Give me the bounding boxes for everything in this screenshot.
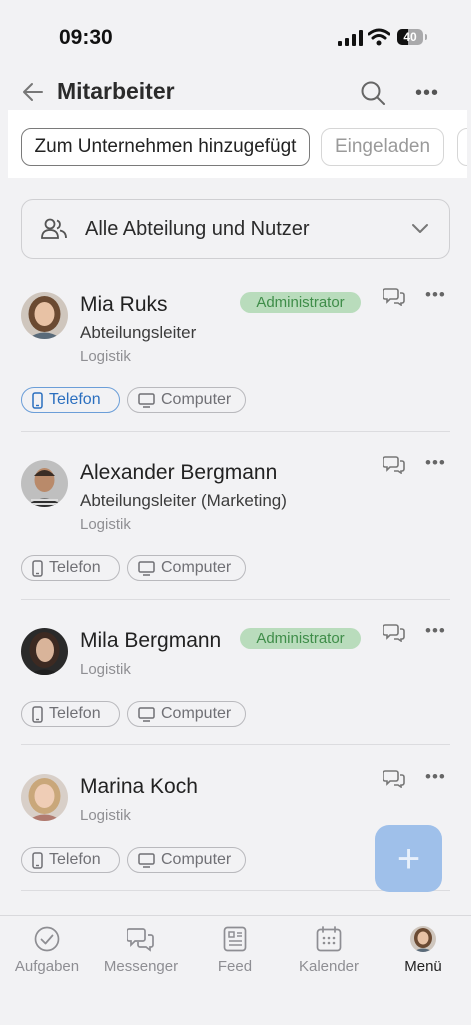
page-title: Mitarbeiter <box>57 78 175 104</box>
employee-name[interactable]: Mila Bergmann <box>80 629 221 653</box>
users-icon <box>41 218 67 239</box>
employee-name[interactable]: Marina Koch <box>80 775 198 799</box>
chat-icon[interactable] <box>383 768 405 788</box>
computer-icon <box>138 560 155 576</box>
avatar <box>21 628 68 675</box>
employee-name[interactable]: Alexander Bergmann <box>80 461 277 485</box>
phone-chip-label: Telefon <box>49 391 101 408</box>
computer-chip[interactable]: Computer <box>127 555 246 581</box>
more-options-icon[interactable]: ••• <box>425 285 446 305</box>
signal-icon <box>338 30 363 46</box>
calendar-icon <box>316 926 342 952</box>
computer-chip[interactable]: Computer <box>127 847 246 873</box>
phone-chip-label: Telefon <box>49 705 101 722</box>
phone-chip-label: Telefon <box>49 559 101 576</box>
computer-chip-label: Computer <box>161 391 232 408</box>
battery-icon: 40 <box>397 29 423 45</box>
employee-role: Abteilungsleiter <box>80 323 197 342</box>
more-options-icon[interactable]: ••• <box>425 453 446 473</box>
battery-level: 40 <box>403 30 417 44</box>
header-more-icon[interactable]: ••• <box>415 82 439 105</box>
check-circle-icon <box>34 926 60 952</box>
avatar <box>21 774 68 821</box>
chevron-down-icon <box>412 224 428 233</box>
computer-chip[interactable]: Computer <box>127 701 246 727</box>
computer-icon <box>138 706 155 722</box>
chat-icon[interactable] <box>383 454 405 474</box>
computer-chip-label: Computer <box>161 559 232 576</box>
tab-strip: Zum Unternehmen hinzugefügt Eingeladen <box>8 110 467 178</box>
computer-chip-label: Computer <box>161 705 232 722</box>
divider <box>21 599 450 600</box>
employee-name[interactable]: Mia Ruks <box>80 293 168 317</box>
nav-label: Feed <box>217 958 253 975</box>
back-arrow-icon[interactable] <box>22 80 44 104</box>
nav-item-menu[interactable]: Menü <box>376 926 470 975</box>
nav-item-feed[interactable]: Feed <box>188 926 282 975</box>
phone-chip[interactable]: Telefon <box>21 701 120 727</box>
add-employee-button[interactable]: + <box>375 825 442 892</box>
computer-icon <box>138 852 155 868</box>
tab-invited[interactable]: Eingeladen <box>321 128 444 166</box>
nav-label: Messenger <box>103 958 179 975</box>
more-options-icon[interactable]: ••• <box>425 767 446 787</box>
nav-label: Menü <box>404 958 442 975</box>
phone-chip[interactable]: Telefon <box>21 387 120 413</box>
status-bar: 09:30 40 <box>0 0 471 70</box>
phone-icon <box>32 559 43 577</box>
filter-label: Alle Abteilung und Nutzer <box>85 218 310 240</box>
plus-icon: + <box>396 836 421 881</box>
avatar <box>410 926 436 952</box>
employee-role: Abteilungsleiter (Marketing) <box>80 491 287 510</box>
phone-icon <box>32 705 43 723</box>
status-time: 09:30 <box>59 26 113 49</box>
divider <box>21 431 450 432</box>
admin-badge: Administrator <box>240 628 361 649</box>
more-options-icon[interactable]: ••• <box>425 621 446 641</box>
computer-icon <box>138 392 155 408</box>
employee-department: Logistik <box>80 516 131 533</box>
wifi-icon <box>368 28 390 46</box>
phone-chip[interactable]: Telefon <box>21 847 120 873</box>
phone-icon <box>32 391 43 409</box>
chat-bubbles-icon <box>127 928 154 952</box>
divider <box>21 744 450 745</box>
avatar <box>21 292 68 339</box>
employee-department: Logistik <box>80 807 131 824</box>
nav-item-messenger[interactable]: Messenger <box>94 926 188 975</box>
nav-label: Kalender <box>298 958 360 975</box>
phone-chip[interactable]: Telefon <box>21 555 120 581</box>
bottom-nav: Aufgaben Messenger Feed Kalender Menü <box>0 915 471 1025</box>
phone-chip-label: Telefon <box>49 851 101 868</box>
department-filter-dropdown[interactable]: Alle Abteilung und Nutzer <box>21 199 450 259</box>
search-icon[interactable] <box>360 80 386 106</box>
chat-icon[interactable] <box>383 622 405 642</box>
chat-icon[interactable] <box>383 286 405 306</box>
nav-label: Aufgaben <box>14 958 80 975</box>
computer-chip[interactable]: Computer <box>127 387 246 413</box>
admin-badge: Administrator <box>240 292 361 313</box>
feed-icon <box>223 926 247 952</box>
nav-item-aufgaben[interactable]: Aufgaben <box>0 926 94 975</box>
computer-chip-label: Computer <box>161 851 232 868</box>
nav-item-kalender[interactable]: Kalender <box>282 926 376 975</box>
employee-department: Logistik <box>80 348 131 365</box>
avatar <box>21 460 68 507</box>
employee-department: Logistik <box>80 661 131 678</box>
phone-icon <box>32 851 43 869</box>
tab-more-partial[interactable] <box>457 128 467 166</box>
tab-added-to-company[interactable]: Zum Unternehmen hinzugefügt <box>21 128 310 166</box>
